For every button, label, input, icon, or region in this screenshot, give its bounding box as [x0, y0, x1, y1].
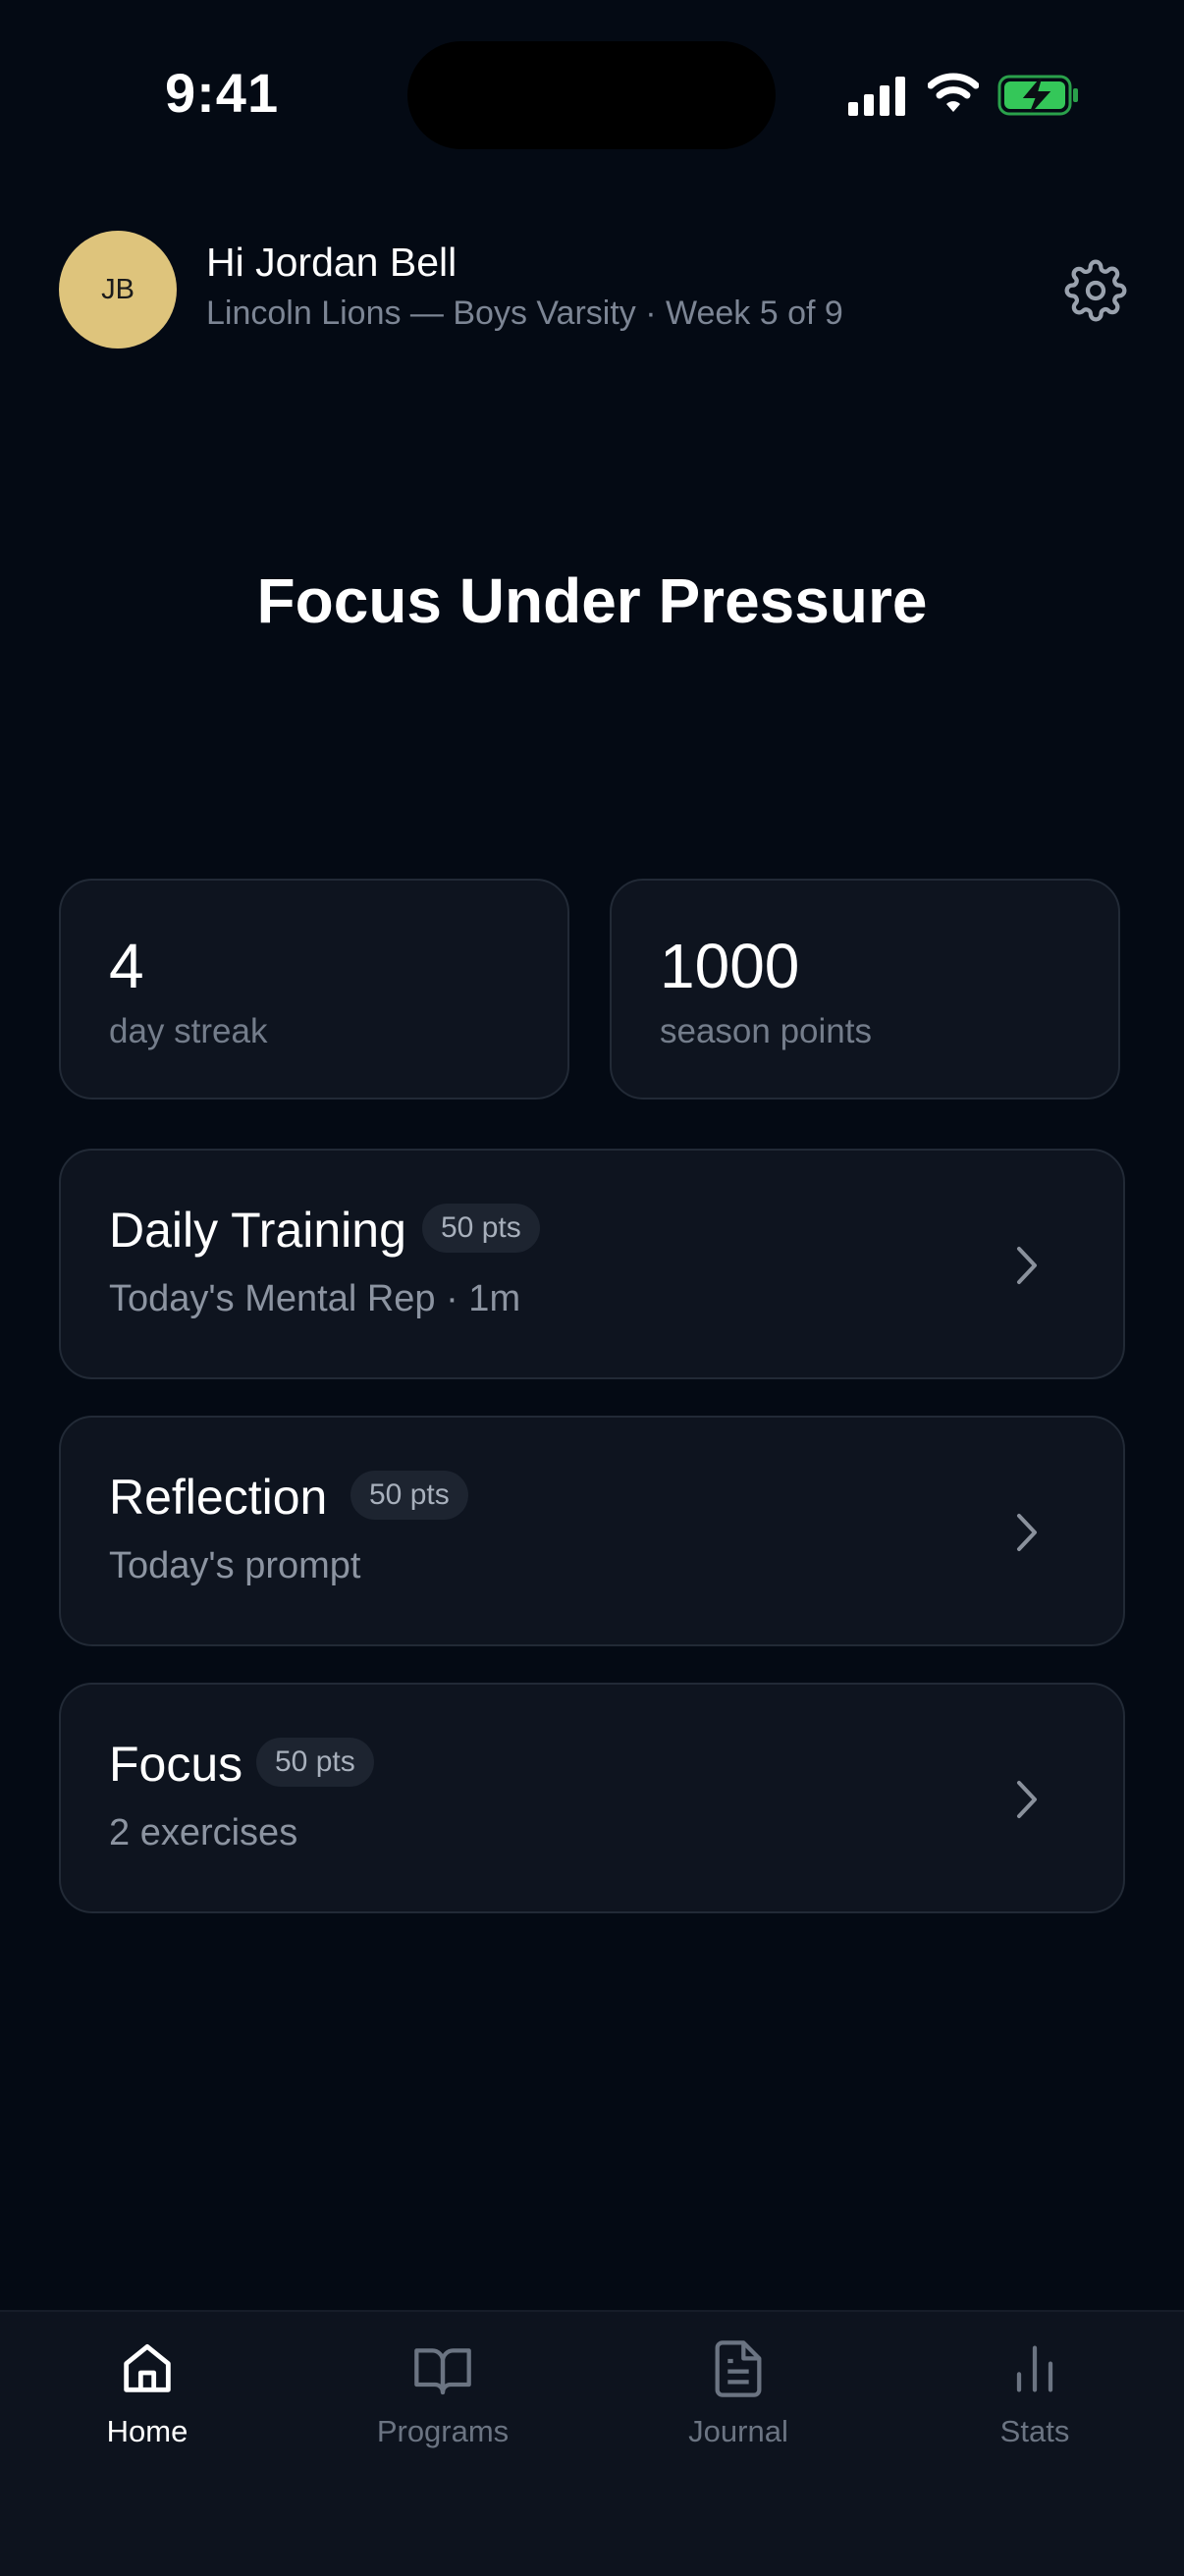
- tab-label: Home: [106, 2414, 188, 2448]
- tab-label: Journal: [688, 2414, 788, 2448]
- tab-programs[interactable]: Programs: [325, 2337, 561, 2465]
- tab-stats[interactable]: Stats: [917, 2337, 1153, 2465]
- status-bar: 9:41: [0, 0, 1184, 187]
- task-subtitle: Today's Mental Rep · 1m: [109, 1278, 521, 1319]
- gear-icon[interactable]: [1064, 259, 1127, 322]
- points-card: 1000 season points: [610, 879, 1120, 1100]
- home-icon: [124, 2343, 171, 2392]
- chevron-right-icon: [1017, 1781, 1037, 1818]
- cellular-signal-icon: [848, 77, 905, 116]
- focus-card[interactable]: Focus 50 pts 2 exercises: [59, 1683, 1125, 1913]
- bottom-tab-bar: Home Programs Journal Stats: [0, 2310, 1184, 2576]
- program-title: Focus Under Pressure: [256, 565, 928, 636]
- greeting-text: Hi Jordan Bell: [206, 240, 457, 285]
- points-badge: 50 pts: [350, 1471, 468, 1520]
- tab-home[interactable]: Home: [29, 2337, 265, 2465]
- chevron-right-icon: [1017, 1514, 1037, 1551]
- battery-charging-icon: [997, 75, 1078, 116]
- points-badge: 50 pts: [422, 1204, 540, 1253]
- streak-label: day streak: [109, 1012, 268, 1050]
- task-subtitle: 2 exercises: [109, 1812, 298, 1853]
- streak-card: 4 day streak: [59, 879, 569, 1100]
- chevron-right-icon: [1017, 1247, 1037, 1284]
- tab-journal[interactable]: Journal: [620, 2337, 856, 2465]
- avatar[interactable]: JB: [59, 231, 177, 349]
- dynamic-island: [407, 41, 776, 149]
- task-subtitle: Today's prompt: [109, 1545, 361, 1586]
- points-badge: 50 pts: [256, 1738, 374, 1787]
- book-icon: [414, 2348, 471, 2395]
- bar-chart-icon: [1016, 2345, 1053, 2392]
- points-label: season points: [660, 1012, 872, 1050]
- daily-training-card[interactable]: Daily Training 50 pts Today's Mental Rep…: [59, 1149, 1125, 1379]
- tab-label: Programs: [376, 2414, 510, 2448]
- task-title: Focus: [109, 1737, 243, 1792]
- task-title: Reflection: [109, 1470, 328, 1525]
- document-icon: [715, 2340, 762, 2397]
- wifi-icon: [928, 73, 979, 112]
- points-value: 1000: [660, 931, 800, 1001]
- tab-label: Stats: [999, 2414, 1070, 2448]
- profile-header: JB Hi Jordan Bell Lincoln Lions — Boys V…: [59, 228, 1127, 350]
- team-subtitle: Lincoln Lions — Boys Varsity · Week 5 of…: [206, 295, 843, 332]
- status-time: 9:41: [165, 62, 280, 124]
- task-title: Daily Training: [109, 1203, 406, 1258]
- streak-value: 4: [109, 931, 144, 1001]
- reflection-card[interactable]: Reflection 50 pts Today's prompt: [59, 1416, 1125, 1646]
